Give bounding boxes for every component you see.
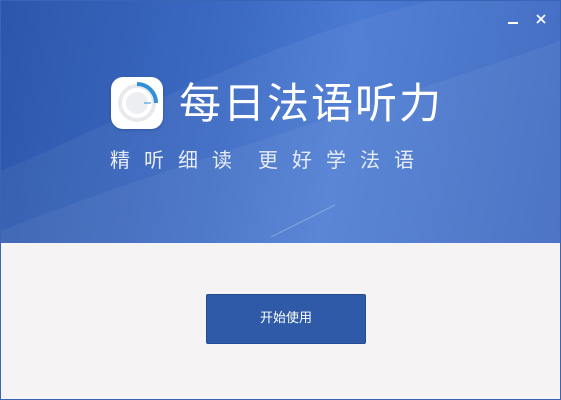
app-logo-icon: [118, 82, 158, 122]
header-banner: 每日法语听力 精听细读 更好学法语: [1, 1, 560, 243]
slogan-part1: 精听细读: [110, 148, 246, 172]
app-logo: [111, 77, 163, 129]
start-button[interactable]: 开始使用: [206, 294, 366, 344]
app-title: 每日法语听力: [179, 79, 444, 128]
close-icon: [536, 14, 546, 24]
slogan: 精听细读 更好学法语: [110, 146, 428, 174]
close-button[interactable]: [528, 5, 554, 29]
slogan-part2: 更好学法语: [258, 148, 428, 172]
minimize-icon: [508, 22, 518, 24]
minimize-button[interactable]: [500, 5, 526, 29]
app-window: 每日法语听力 精听细读 更好学法语 开始使用: [0, 0, 561, 400]
